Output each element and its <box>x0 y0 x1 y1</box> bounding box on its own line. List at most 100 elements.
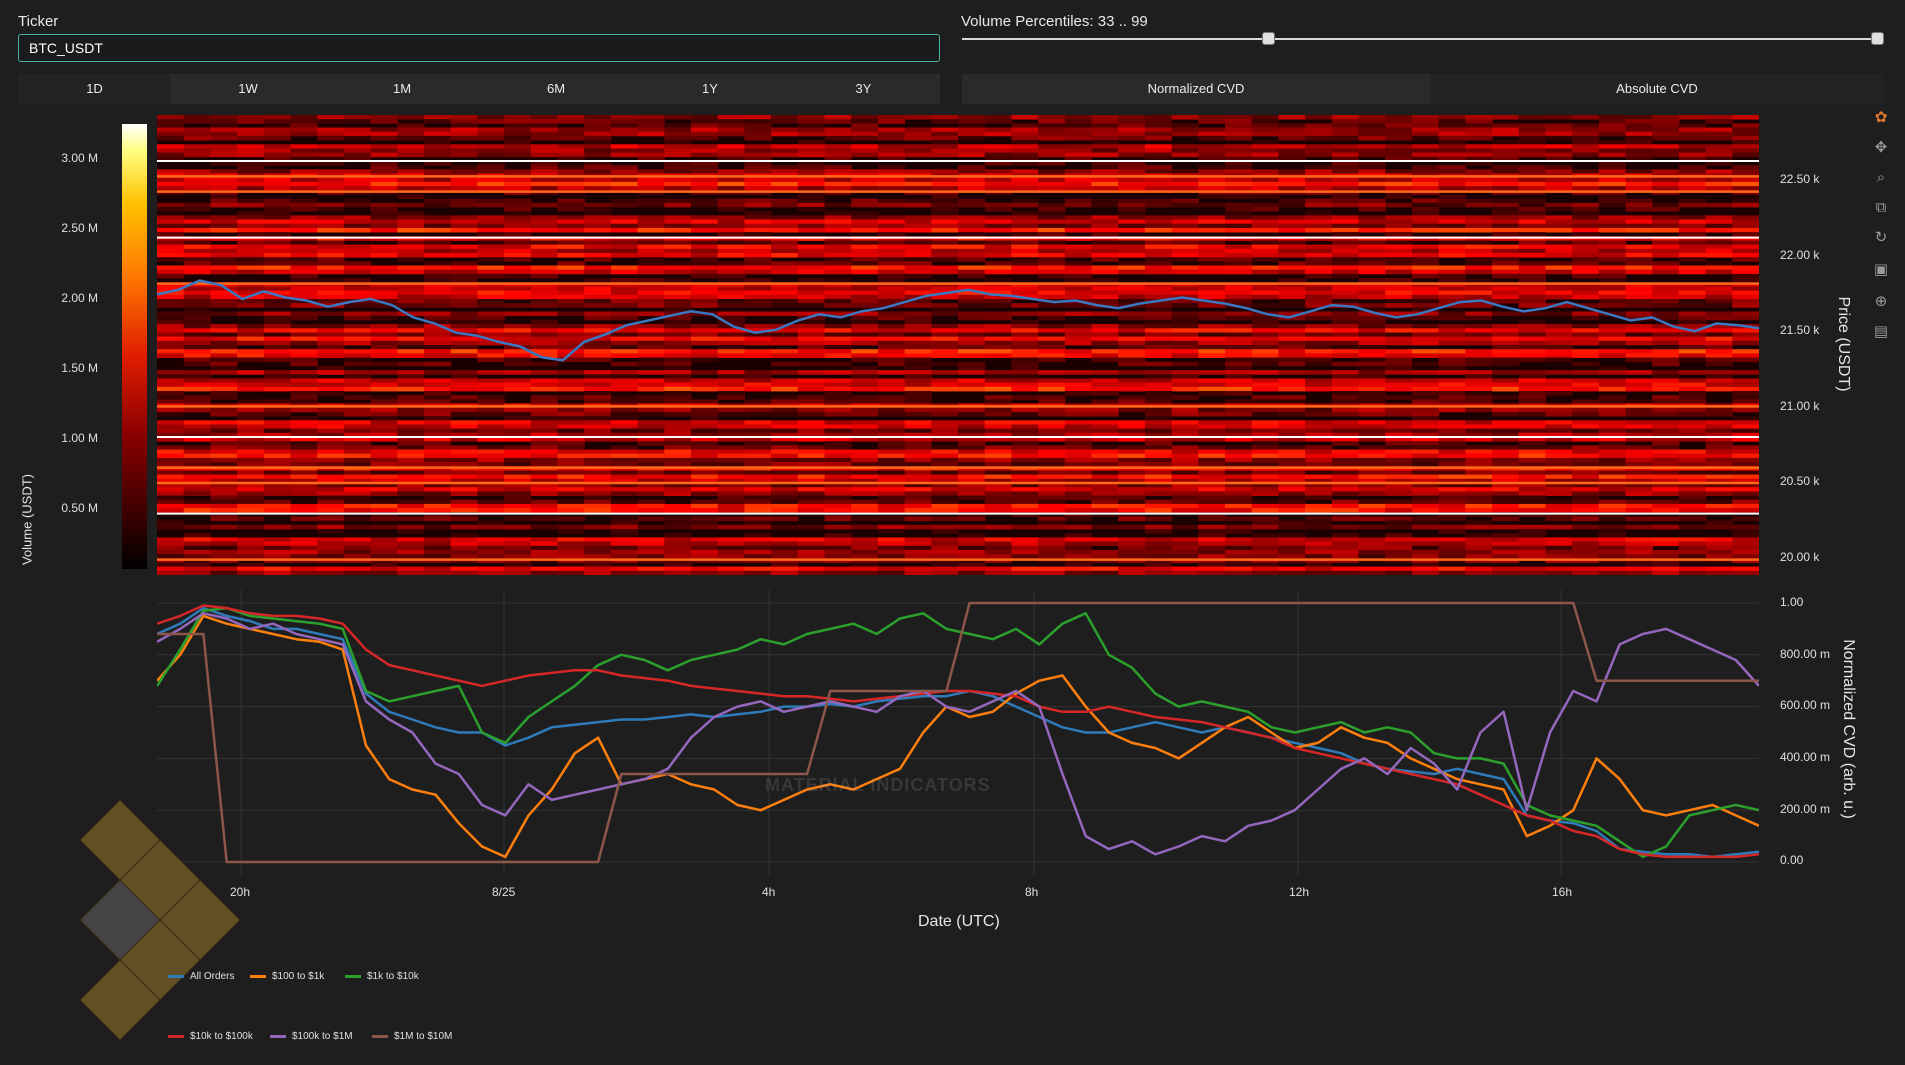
heatmap-cell <box>691 148 719 154</box>
heatmap-cell <box>183 524 211 530</box>
heatmap-cell <box>931 411 959 417</box>
volume-percentiles-slider[interactable] <box>962 38 1880 40</box>
heatmap-cell <box>1492 407 1520 413</box>
heatmap-cell <box>1305 219 1333 225</box>
heatmap-cell <box>1358 353 1386 358</box>
heatmap-cell <box>1225 340 1253 346</box>
heatmap-cell <box>1225 148 1253 154</box>
heatmap-cell <box>237 340 265 346</box>
heatmap-cell <box>1171 219 1199 225</box>
heatmap-cell <box>797 457 826 463</box>
heatmap-cell <box>877 524 906 530</box>
heatmap-cell <box>877 294 906 300</box>
heatmap-cell <box>1038 202 1066 208</box>
heatmap-cell <box>958 165 986 170</box>
heatmap-cell <box>851 227 879 233</box>
heatmap-cell <box>851 336 879 342</box>
heatmap-cell <box>1598 303 1627 308</box>
timeframe-button-3y[interactable]: 3Y <box>787 74 940 104</box>
heatmap-cell <box>290 345 318 350</box>
heatmap-cell <box>691 144 719 149</box>
heatmap-cell <box>1251 516 1279 522</box>
normalized-cvd-button[interactable]: Normalized CVD <box>962 74 1430 104</box>
heatmap-cell <box>851 411 879 417</box>
heatmap-cell <box>1198 353 1226 358</box>
heatmap-cell <box>958 361 986 367</box>
heatmap-cell <box>237 144 265 149</box>
heatmap-cell <box>1625 265 1653 271</box>
heatmap-cell <box>477 186 505 191</box>
heatmap-cell <box>504 253 532 258</box>
timeframe-button-1m[interactable]: 1M <box>325 74 479 104</box>
heatmap-cell <box>1011 198 1039 204</box>
heatmap-cell <box>1331 123 1360 128</box>
heatmap-cell <box>1011 378 1039 384</box>
timeframe-button-6m[interactable]: 6M <box>479 74 633 104</box>
heatmap-cell <box>691 186 719 191</box>
slider-high-handle[interactable] <box>1872 33 1883 44</box>
heatmap-cell <box>744 202 772 208</box>
heatmap-cell <box>1438 144 1466 149</box>
heatmap-cell <box>477 470 505 476</box>
heatmap-cell <box>1225 324 1253 329</box>
heatmap-plot[interactable] <box>157 115 1759 575</box>
heatmap-cell <box>771 269 799 275</box>
heatmap-cell <box>1705 474 1733 480</box>
heatmap-cell <box>1518 319 1546 325</box>
heatmap-cell <box>1572 290 1600 296</box>
heatmap-cell <box>691 115 719 120</box>
heatmap-cell <box>851 453 879 459</box>
heatmap-cell <box>1411 332 1440 338</box>
heatmap-cell <box>717 345 745 350</box>
heatmap-cell <box>744 508 772 513</box>
heatmap-cell <box>1678 227 1707 233</box>
heatmap-cell <box>1038 345 1066 350</box>
heatmap-cell <box>637 470 665 476</box>
heatmap-cell <box>717 202 745 208</box>
heatmap-cell <box>1598 336 1627 342</box>
heatmap-cell <box>717 428 745 434</box>
heatmap-cell <box>1705 202 1733 208</box>
heatmap-cell <box>1091 407 1119 413</box>
timeframe-button-1y[interactable]: 1Y <box>633 74 787 104</box>
heatmap-cell <box>157 123 185 128</box>
heatmap-cell <box>1305 211 1333 216</box>
heatmap-cell <box>1732 219 1759 225</box>
heatmap-cell <box>1678 165 1707 170</box>
heatmap-cell <box>450 177 478 183</box>
heatmap-cell <box>1652 202 1680 208</box>
timeframe-button-1w[interactable]: 1W <box>171 74 325 104</box>
heatmap-cell <box>317 148 345 154</box>
heatmap-cell <box>691 399 719 404</box>
heatmap-cell <box>1305 495 1333 501</box>
heatmap-cell <box>1198 294 1226 300</box>
heatmap-cell <box>504 407 532 413</box>
heatmap-cell <box>1465 278 1493 283</box>
heatmap-cell <box>317 286 345 292</box>
heatmap-cell <box>931 253 959 258</box>
colorbar-tick: 1.00 M <box>61 431 98 445</box>
timeframe-button-1d[interactable]: 1D <box>18 74 171 104</box>
heatmap-cell <box>1545 311 1573 317</box>
heatmap-cell <box>1545 499 1573 505</box>
slider-low-handle[interactable] <box>1263 33 1274 44</box>
heatmap-cell <box>1198 215 1226 220</box>
heatmap-cell <box>1144 336 1173 342</box>
heatmap-cell <box>477 119 505 124</box>
heatmap-cell <box>771 131 799 137</box>
ticker-input[interactable] <box>18 34 940 62</box>
heatmap-cell <box>1064 524 1093 530</box>
heatmap-cell <box>343 177 372 183</box>
heatmap-cell <box>904 357 932 363</box>
heatmap-cell <box>183 115 211 120</box>
heatmap-cell <box>1598 152 1627 158</box>
heatmap-cell <box>584 152 612 158</box>
heatmap-cell <box>824 340 852 346</box>
heatmap-cell <box>1064 169 1093 174</box>
heatmap-cell <box>237 265 265 271</box>
heatmap-cell <box>1385 457 1413 463</box>
absolute-cvd-button[interactable]: Absolute CVD <box>1430 74 1884 104</box>
heatmap-cell <box>851 491 879 496</box>
heatmap-cell <box>984 286 1012 292</box>
heatmap-cell <box>397 349 425 354</box>
